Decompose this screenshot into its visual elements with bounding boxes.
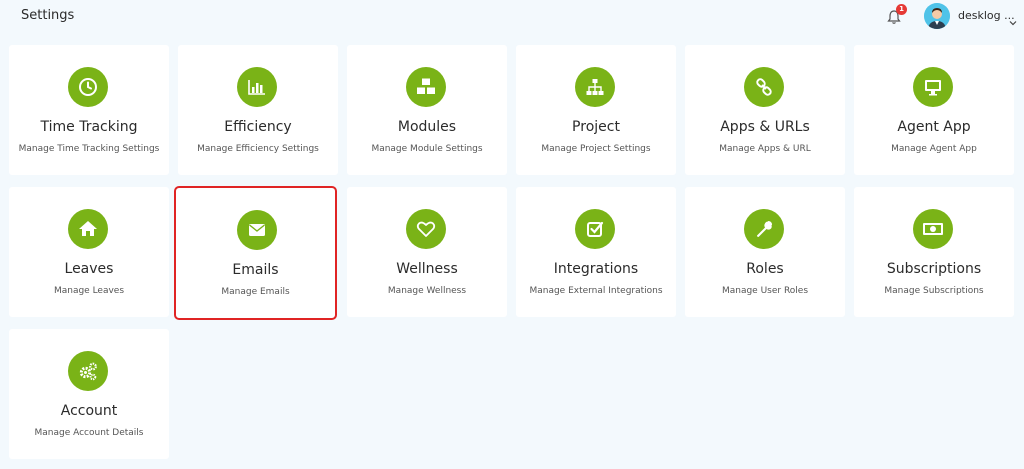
card-subtitle: Manage User Roles: [721, 286, 809, 296]
settings-card-roles[interactable]: Roles Manage User Roles: [685, 187, 845, 317]
link-icon: [744, 67, 784, 107]
settings-card-integrations[interactable]: Integrations Manage External Integration…: [516, 187, 676, 317]
settings-card-leaves[interactable]: Leaves Manage Leaves: [9, 187, 169, 317]
card-subtitle: Manage Module Settings: [371, 144, 483, 154]
bar-chart-icon: [237, 67, 277, 107]
settings-card-efficiency[interactable]: Efficiency Manage Efficiency Settings: [178, 45, 338, 175]
card-subtitle: Manage Project Settings: [541, 144, 651, 154]
card-subtitle: Manage Time Tracking Settings: [18, 144, 160, 154]
user-name[interactable]: desklog ...: [958, 9, 1015, 22]
card-title: Wellness: [396, 261, 458, 277]
settings-card-agent-app[interactable]: Agent App Manage Agent App: [854, 45, 1014, 175]
card-subtitle: Manage Wellness: [387, 286, 467, 296]
card-title: Project: [572, 119, 620, 135]
cubes-icon: [406, 67, 446, 107]
settings-card-modules[interactable]: Modules Manage Module Settings: [347, 45, 507, 175]
card-subtitle: Manage Account Details: [34, 428, 144, 438]
settings-card-project[interactable]: Project Manage Project Settings: [516, 45, 676, 175]
page-title: Settings: [21, 8, 75, 23]
card-title: Roles: [746, 261, 784, 277]
card-title: Subscriptions: [886, 261, 982, 277]
settings-card-wellness[interactable]: Wellness Manage Wellness: [347, 187, 507, 317]
card-title: Agent App: [897, 119, 971, 135]
settings-card-emails[interactable]: Emails Manage Emails: [174, 186, 337, 320]
notification-badge: 1: [896, 4, 907, 15]
card-title: Time Tracking: [40, 119, 138, 135]
card-title: Account: [60, 403, 118, 419]
monitor-icon: [913, 67, 953, 107]
card-title: Emails: [232, 262, 279, 278]
settings-card-account[interactable]: Account Manage Account Details: [9, 329, 169, 459]
heart-icon: [406, 209, 446, 249]
card-subtitle: Manage Emails: [221, 287, 290, 297]
card-title: Leaves: [64, 261, 114, 277]
card-title: Integrations: [553, 261, 639, 277]
card-subtitle: Manage Apps & URL: [719, 144, 811, 154]
card-title: Apps & URLs: [720, 119, 810, 135]
card-title: Modules: [397, 119, 457, 135]
settings-card-subscriptions[interactable]: Subscriptions Manage Subscriptions: [854, 187, 1014, 317]
card-subtitle: Manage Efficiency Settings: [197, 144, 319, 154]
card-subtitle: Manage Agent App: [891, 144, 977, 154]
clock-icon: [68, 67, 108, 107]
card-subtitle: Manage External Integrations: [529, 286, 663, 296]
envelope-icon: [237, 210, 277, 250]
money-icon: [913, 209, 953, 249]
home-icon: [68, 209, 108, 249]
gears-icon: [68, 351, 108, 391]
card-subtitle: Manage Subscriptions: [884, 286, 984, 296]
card-subtitle: Manage Leaves: [53, 286, 125, 296]
top-bar: Settings 1 desklog ...: [0, 0, 1024, 34]
card-title: Efficiency: [224, 119, 292, 135]
settings-card-apps-urls[interactable]: Apps & URLs Manage Apps & URL: [685, 45, 845, 175]
wrench-icon: [744, 209, 784, 249]
chevron-down-icon[interactable]: [1009, 12, 1017, 26]
settings-card-time-tracking[interactable]: Time Tracking Manage Time Tracking Setti…: [9, 45, 169, 175]
avatar[interactable]: [924, 3, 950, 29]
checkbox-icon: [575, 209, 615, 249]
sitemap-icon: [575, 67, 615, 107]
